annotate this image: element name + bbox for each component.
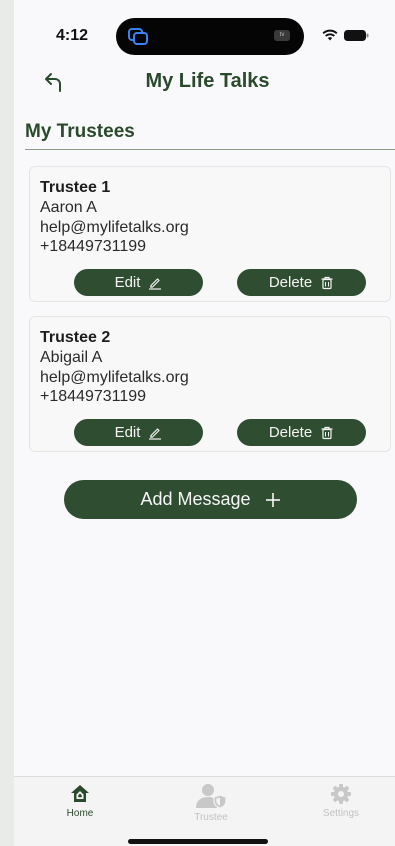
tv-badge: tv: [274, 30, 290, 41]
tab-settings-label: Settings: [322, 808, 360, 819]
tab-trustee-label: Trustee: [194, 812, 228, 823]
delete-button-label: Delete: [268, 424, 313, 441]
pencil-icon: [149, 427, 162, 440]
tab-home-label: Home: [66, 808, 94, 819]
trustee-name: Abigail A: [40, 349, 103, 366]
delete-button[interactable]: Delete: [237, 269, 366, 296]
trustee-phone: +18449731199: [40, 238, 147, 255]
trustee-heading: Trustee 1: [40, 179, 111, 196]
add-message-button[interactable]: Add Message: [64, 480, 357, 519]
trustee-card: Trustee 1 Aaron A help@mylifetalks.org +…: [29, 166, 391, 302]
trustee-heading: Trustee 2: [40, 329, 111, 346]
pencil-icon: [149, 277, 162, 290]
dynamic-island: tv: [116, 18, 304, 55]
tab-home[interactable]: Home: [40, 783, 120, 827]
tab-settings[interactable]: Settings: [301, 783, 381, 827]
edit-button-label: Edit: [114, 274, 141, 291]
home-indicator: [128, 839, 268, 844]
edit-button[interactable]: Edit: [74, 269, 203, 296]
wifi-icon: [322, 29, 338, 41]
delete-button[interactable]: Delete: [237, 419, 366, 446]
home-icon: [71, 785, 89, 802]
edit-button-label: Edit: [114, 424, 141, 441]
trustee-email: help@mylifetalks.org: [40, 219, 189, 236]
plus-icon: [265, 492, 280, 507]
trustee-card: Trustee 2 Abigail A help@mylifetalks.org…: [29, 316, 391, 452]
battery-icon: [344, 30, 369, 41]
trustee-email: help@mylifetalks.org: [40, 369, 189, 386]
app-screen: 4:12 tv My Life Talks My Trustees Truste…: [14, 0, 395, 846]
trustee-name: Aaron A: [40, 199, 97, 216]
status-time: 4:12: [56, 27, 89, 44]
tab-trustee[interactable]: Trustee: [171, 783, 251, 827]
section-divider: [25, 149, 395, 150]
section-title: My Trustees: [25, 121, 135, 142]
delete-button-label: Delete: [268, 274, 313, 291]
trash-icon: [321, 276, 333, 289]
tab-bar: Home Trustee Settings: [14, 776, 395, 846]
add-message-label: Add Message: [140, 489, 251, 509]
screen-mirroring-icon: [128, 28, 148, 45]
edit-button[interactable]: Edit: [74, 419, 203, 446]
gear-icon: [331, 784, 351, 804]
trash-icon: [321, 426, 333, 439]
trustee-phone: +18449731199: [40, 388, 147, 405]
status-bar: 4:12 tv: [14, 0, 395, 64]
page-title: My Life Talks: [145, 70, 270, 92]
person-shield-icon: [196, 784, 227, 809]
